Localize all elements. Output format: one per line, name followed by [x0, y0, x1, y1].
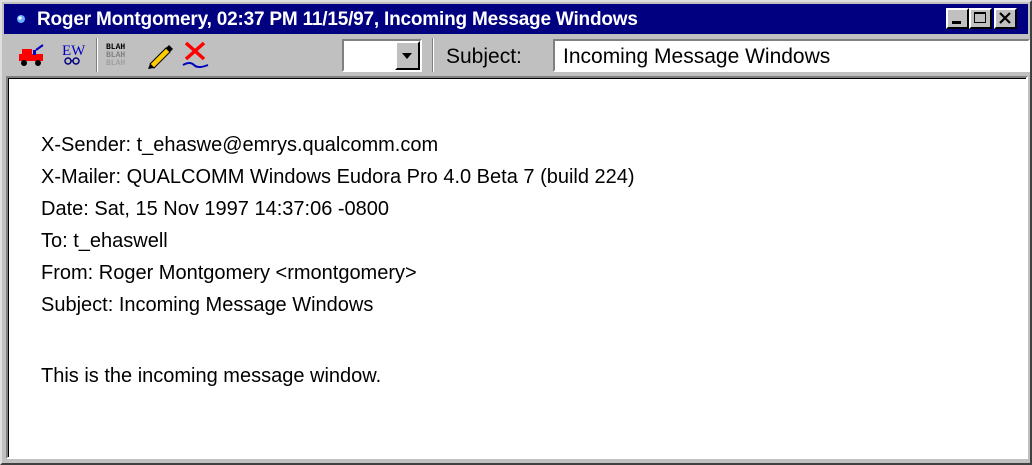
svg-text:EW: EW [62, 43, 86, 59]
message-body-pane[interactable]: X-Sender: t_ehaswe@emrys.qualcomm.com X-… [6, 76, 1028, 459]
message-body-text: This is the incoming message window. [41, 365, 382, 387]
header-from: From: Roger Montgomery <rmontgomery> [41, 262, 417, 284]
priority-icon [19, 44, 44, 66]
text-button[interactable]: EW [58, 40, 90, 70]
header-date: Date: Sat, 15 Nov 1997 14:37:06 -0800 [41, 198, 390, 220]
header-x-mailer: X-Mailer: QUALCOMM Windows Eudora Pro 4.… [41, 166, 635, 188]
window-title: Roger Montgomery, 02:37 PM 11/15/97, Inc… [37, 9, 638, 30]
blah-icon: BLAH BLAH BLAH [106, 43, 125, 68]
pencil-icon [148, 45, 173, 69]
delete-button[interactable] [180, 40, 212, 70]
message-window: Roger Montgomery, 02:37 PM 11/15/97, Inc… [0, 0, 1032, 465]
header-subject: Subject: Incoming Message Windows [41, 294, 374, 316]
minimize-button[interactable] [946, 8, 969, 29]
header-to: To: t_ehaswell [41, 230, 168, 252]
chevron-down-icon [402, 53, 412, 59]
title-bar[interactable]: Roger Montgomery, 02:37 PM 11/15/97, Inc… [4, 4, 1028, 34]
message-text-area[interactable]: X-Sender: t_ehaswe@emrys.qualcomm.com X-… [8, 78, 1026, 457]
subject-label: Subject: [446, 45, 522, 68]
delete-icon [182, 41, 209, 68]
blah-button[interactable]: BLAH BLAH BLAH [103, 40, 135, 70]
toolbar-separator [432, 38, 434, 72]
dropdown-arrow-button[interactable] [395, 41, 420, 70]
minimize-icon [952, 21, 961, 24]
text-icon: EW [62, 43, 86, 65]
svg-text:BLAH: BLAH [106, 59, 125, 68]
message-icon [17, 15, 25, 23]
priority-button[interactable] [16, 40, 48, 70]
maximize-button[interactable] [969, 8, 992, 29]
toolbar: EW BLAH BLAH BLAH Subject: Incoming Mess… [4, 36, 1030, 74]
header-x-sender: X-Sender: t_ehaswe@emrys.qualcomm.com [41, 134, 439, 156]
priority-dropdown[interactable] [342, 39, 422, 72]
toolbar-separator [96, 38, 98, 72]
close-icon [999, 12, 1011, 24]
close-button[interactable] [994, 8, 1017, 29]
subject-field[interactable]: Incoming Message Windows [553, 39, 1030, 72]
maximize-icon [974, 12, 986, 23]
pencil-button[interactable] [144, 40, 176, 70]
